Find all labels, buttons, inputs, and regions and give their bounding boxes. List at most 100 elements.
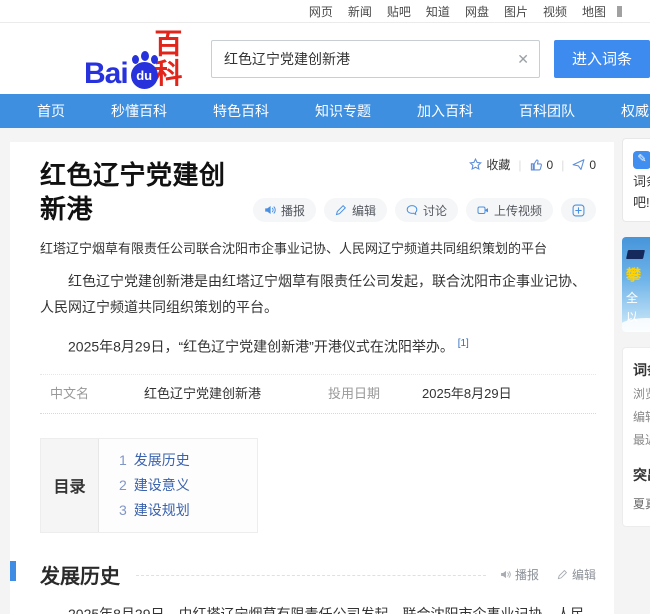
info-value: 2025年8月29日 — [422, 384, 512, 404]
contributor-user-link[interactable]: 夏真 — [633, 495, 650, 512]
edit-button[interactable]: 编辑 — [324, 198, 387, 222]
edit-badge-icon: ✎ — [633, 151, 650, 169]
channel-join[interactable]: 加入百科 — [417, 101, 473, 121]
channel-home[interactable]: 首页 — [37, 101, 65, 121]
banner-logo-icon — [626, 250, 645, 259]
banner-text: 全 — [626, 289, 638, 306]
pencil-icon — [557, 569, 568, 580]
top-utility-nav: 网页 新闻 贴吧 知道 网盘 图片 视频 地图 — [0, 0, 650, 23]
broadcast-label: 播报 — [281, 202, 305, 219]
section-accent-bar — [10, 561, 16, 581]
section-title: 发展历史 — [40, 560, 120, 589]
info-value: 红色辽宁党建创新港 — [144, 384, 261, 404]
collect-label: 收藏 — [486, 156, 510, 173]
toc-item-history[interactable]: 1 发展历史 — [119, 448, 257, 473]
stats-title: 词条统计 — [633, 360, 650, 380]
topnav-link-news[interactable]: 新闻 — [348, 3, 372, 20]
section-edit-button[interactable]: 编辑 — [557, 566, 596, 583]
topnav-link-zhidao[interactable]: 知道 — [426, 3, 450, 20]
search-box: ✕ — [211, 40, 540, 78]
topnav-link-video[interactable]: 视频 — [543, 3, 567, 20]
clear-search-icon[interactable]: ✕ — [517, 50, 529, 68]
title-row: 红色辽宁党建创新港 播报 编辑 讨论 — [40, 158, 596, 226]
entry-card: 红色辽宁党建创新港 播报 编辑 讨论 — [10, 142, 614, 614]
video-camera-icon — [477, 204, 489, 216]
collect-button[interactable]: 收藏 — [469, 156, 510, 173]
promo-banner[interactable]: 攀 全 以 — [622, 237, 650, 332]
chat-icon — [406, 204, 418, 216]
star-icon — [469, 158, 482, 171]
logo-text-du: du — [131, 62, 158, 89]
toc-link: 建设意义 — [134, 477, 190, 493]
cut-off-link-fragment — [617, 6, 622, 17]
section-broadcast-button[interactable]: 播报 — [500, 566, 539, 583]
logo-text-baike: 百科 — [154, 29, 199, 89]
edit-label: 编辑 — [572, 566, 596, 583]
topnav-link-tieba[interactable]: 贴吧 — [387, 3, 411, 20]
thumb-up-icon — [530, 158, 543, 171]
section-text: 2025年8月29日，由红塔辽宁烟草有限责任公司发起，联合沈阳市企事业记协、人民… — [40, 606, 585, 614]
pencil-icon — [335, 204, 347, 216]
channel-miaodong[interactable]: 秒懂百科 — [111, 101, 167, 121]
lead-text-1: 红色辽宁党建创新港是由红塔辽宁烟草有限责任公司发起，联合沈阳市企事业记协、人民网… — [40, 273, 586, 315]
stats-row-edits: 编辑次 — [633, 409, 650, 426]
reference-link[interactable]: [1] — [458, 338, 469, 349]
channel-zhishi[interactable]: 知识专题 — [315, 101, 371, 121]
info-item-chinese-name: 中文名 红色辽宁党建创新港 — [40, 384, 318, 404]
search-input[interactable] — [211, 40, 540, 78]
lead-paragraph: 红色辽宁党建创新港是由红塔辽宁烟草有限责任公司发起，联合沈阳市企事业记协、人民网… — [40, 268, 596, 320]
banner-text: 攀 — [626, 264, 641, 285]
social-actions: 收藏 | 0 | 0 — [469, 156, 596, 173]
lead-paragraph: 2025年8月29日，“红色辽宁党建创新港”开港仪式在沈阳举办。 [1] — [40, 331, 596, 360]
upload-video-label: 上传视频 — [494, 202, 542, 219]
baidu-paw-icon: du — [129, 51, 154, 89]
plus-icon — [572, 204, 585, 217]
discuss-button[interactable]: 讨论 — [395, 198, 458, 222]
toc-item-planning[interactable]: 3建设规划 — [119, 498, 257, 523]
right-sidebar: ✎ 词条 吧! 攀 全 以 词条统计 浏览次 编辑次 最近更 突出贡 夏真 — [622, 138, 650, 527]
topnav-link-maps[interactable]: 地图 — [582, 3, 606, 20]
like-count: 0 — [547, 158, 554, 172]
channel-team[interactable]: 百科团队 — [519, 101, 575, 121]
share-count: 0 — [589, 158, 596, 172]
search-header: Bai du 百科 ✕ 进入词条 — [0, 23, 650, 94]
promo-text: 吧! — [633, 192, 650, 213]
broadcast-label: 播报 — [515, 566, 539, 583]
topnav-link-webpage[interactable]: 网页 — [309, 3, 333, 20]
enter-entry-button[interactable]: 进入词条 — [554, 40, 650, 78]
entry-stats-box: 词条统计 浏览次 编辑次 最近更 突出贡 夏真 — [622, 347, 650, 527]
promo-text: 词条 — [633, 171, 650, 192]
share-button[interactable]: 0 — [572, 158, 596, 172]
toc-link: 发展历史 — [134, 452, 190, 468]
edit-label: 编辑 — [352, 202, 376, 219]
toc-item-significance[interactable]: 2建设意义 — [119, 473, 257, 498]
channel-quanwei[interactable]: 权威合作 — [621, 101, 650, 121]
broadcast-button[interactable]: 播报 — [253, 198, 316, 222]
entry-summary: 红塔辽宁烟草有限责任公司联合沈阳市企事业记协、人民网辽宁频道共同组织策划的平台 — [40, 238, 596, 257]
stats-row-views: 浏览次 — [633, 386, 650, 403]
topnav-link-netdisk[interactable]: 网盘 — [465, 3, 489, 20]
toc-number: 1 — [119, 452, 127, 468]
toc-title: 目录 — [41, 439, 99, 532]
divider: | — [561, 158, 564, 172]
like-button[interactable]: 0 — [530, 158, 554, 172]
entry-title: 红色辽宁党建创新港 — [40, 158, 239, 226]
topnav-link-images[interactable]: 图片 — [504, 3, 528, 20]
baidu-baike-logo[interactable]: Bai du 百科 — [84, 29, 199, 89]
section-dashed-line — [136, 575, 486, 576]
speaker-icon — [264, 204, 276, 216]
edit-prompt-box[interactable]: ✎ 词条 吧! — [622, 138, 650, 222]
channel-nav: 首页 秒懂百科 特色百科 知识专题 加入百科 百科团队 权威合作 — [0, 94, 650, 128]
upload-video-button[interactable]: 上传视频 — [466, 198, 553, 222]
speaker-icon — [500, 569, 511, 580]
stats-row-updated: 最近更 — [633, 432, 650, 449]
entry-action-pills: 播报 编辑 讨论 上传视频 — [253, 198, 596, 222]
add-button[interactable] — [561, 198, 596, 222]
page-body: 红色辽宁党建创新港 播报 编辑 讨论 — [0, 128, 650, 614]
basic-info-box: 中文名 红色辽宁党建创新港 投用日期 2025年8月29日 — [40, 374, 596, 414]
info-label: 投用日期 — [328, 384, 394, 404]
info-item-launch-date: 投用日期 2025年8月29日 — [318, 384, 596, 404]
channel-tese[interactable]: 特色百科 — [213, 101, 269, 121]
baidu-baike-page: 网页 新闻 贴吧 知道 网盘 图片 视频 地图 Bai du 百科 ✕ 进入词条… — [0, 0, 650, 614]
table-of-contents: 目录 1 发展历史 2建设意义 3建设规划 — [40, 438, 258, 533]
